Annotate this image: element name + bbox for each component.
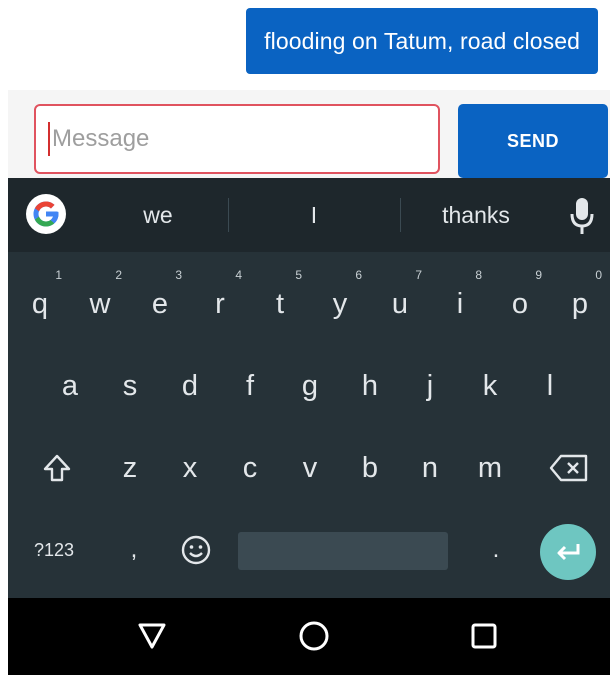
key-label: c [242,451,258,484]
key-c[interactable]: c [220,426,280,510]
key-hint: 0 [595,268,602,282]
key-q[interactable]: q 1 [10,262,70,346]
key-r[interactable]: r 4 [190,262,250,346]
message-text: flooding on Tatum, road closed [264,27,580,54]
key-b[interactable]: b [340,426,400,510]
key-label: x [182,451,198,484]
key-label: v [302,451,318,484]
key-label: q [31,287,49,320]
key-label: y [332,287,348,320]
send-label: SEND [506,130,559,151]
comma-key[interactable]: , [104,508,164,592]
key-label: p [571,287,589,320]
key-i[interactable]: i 8 [430,262,490,346]
key-z[interactable]: z [100,426,160,510]
key-d[interactable]: d [160,344,220,428]
key-label: e [151,287,169,320]
keyboard: we I thanks q 1 w 2 e 3 r 4 t 5 y 6 u 7 … [8,178,610,598]
key-label: g [301,369,319,402]
key-label: l [546,369,554,402]
key-m[interactable]: m [460,426,520,510]
period-key[interactable]: . [466,508,526,592]
shift-icon[interactable] [22,426,92,510]
key-label: k [482,369,498,402]
suggestion-bar: we I thanks [8,178,610,252]
key-label: b [361,451,379,484]
comma-label: , [130,536,138,563]
period-label: . [492,536,500,563]
system-nav-bar [8,598,610,675]
suggestion-1[interactable]: we [88,178,228,252]
key-u[interactable]: u 7 [370,262,430,346]
key-k[interactable]: k [460,344,520,428]
chat-area: flooding on Tatum, road closed [0,0,610,90]
key-h[interactable]: h [340,344,400,428]
suggestion-3-label: thanks [442,201,510,228]
suggestion-2[interactable]: I [229,178,399,252]
key-label: i [456,287,464,320]
send-button[interactable]: SEND [458,104,608,178]
key-label: r [215,287,225,320]
key-hint: 1 [55,268,62,282]
key-a[interactable]: a [40,344,100,428]
key-n[interactable]: n [400,426,460,510]
key-l[interactable]: l [520,344,580,428]
suggestion-1-label: we [143,201,173,228]
key-label: o [511,287,529,320]
suggestion-2-label: I [310,201,318,228]
key-hint: 8 [475,268,482,282]
emoji-icon[interactable] [166,508,226,592]
key-label: d [181,369,199,402]
key-p[interactable]: p 0 [550,262,610,346]
key-v[interactable]: v [280,426,340,510]
enter-icon[interactable] [540,524,596,580]
key-label: j [426,369,434,402]
key-t[interactable]: t 5 [250,262,310,346]
key-g[interactable]: g [280,344,340,428]
home-circle-icon[interactable] [294,616,334,656]
key-s[interactable]: s [100,344,160,428]
message-bubble[interactable]: flooding on Tatum, road closed [246,8,598,74]
back-triangle-icon[interactable] [132,616,172,656]
key-hint: 4 [235,268,242,282]
key-label: z [122,451,138,484]
key-o[interactable]: o 9 [490,262,550,346]
key-label: w [89,287,111,320]
key-label: n [421,451,439,484]
compose-bar: Message SEND [8,90,610,178]
key-label: m [477,451,503,484]
key-hint: 6 [355,268,362,282]
symbols-key[interactable]: ?123 [8,508,100,592]
message-placeholder: Message [52,125,150,152]
key-label: s [122,369,138,402]
microphone-icon[interactable] [568,196,596,236]
key-label: u [391,287,409,320]
space-bar[interactable] [238,532,448,570]
key-f[interactable]: f [220,344,280,428]
key-label: h [361,369,379,402]
text-caret [48,122,50,156]
key-y[interactable]: y 6 [310,262,370,346]
key-hint: 7 [415,268,422,282]
key-hint: 3 [175,268,182,282]
key-j[interactable]: j [400,344,460,428]
recents-square-icon[interactable] [464,616,504,656]
key-label: a [61,369,79,402]
key-label: f [245,369,255,402]
symbols-label: ?123 [33,539,75,560]
key-e[interactable]: e 3 [130,262,190,346]
key-hint: 2 [115,268,122,282]
suggestion-3[interactable]: thanks [401,178,551,252]
google-g-logo-icon[interactable] [26,194,66,234]
key-label: t [275,287,285,320]
key-hint: 9 [535,268,542,282]
key-x[interactable]: x [160,426,220,510]
key-w[interactable]: w 2 [70,262,130,346]
key-hint: 5 [295,268,302,282]
message-input[interactable]: Message [34,104,440,174]
backspace-icon[interactable] [532,426,606,510]
